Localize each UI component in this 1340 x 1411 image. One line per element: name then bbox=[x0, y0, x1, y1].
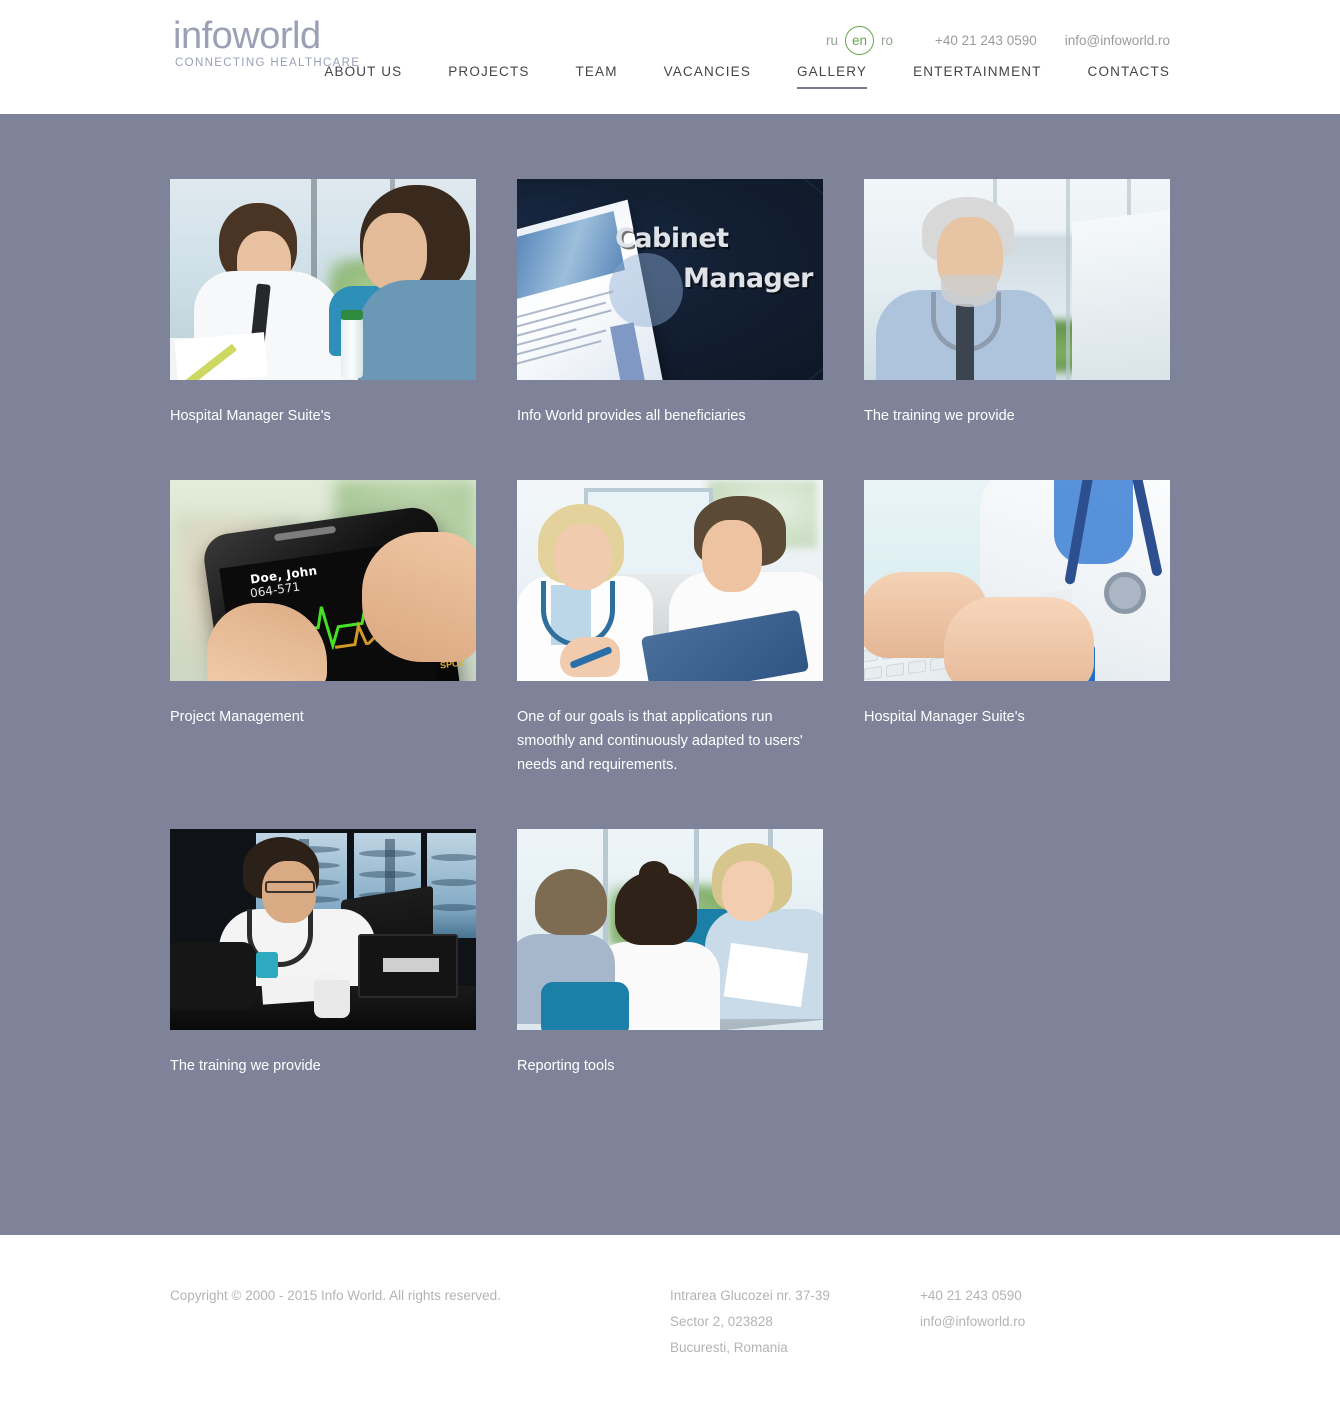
language-switcher[interactable]: ru en ro bbox=[826, 26, 893, 55]
gallery-caption: One of our goals is that applications ru… bbox=[517, 709, 803, 773]
footer-address-line-3: Bucuresti, Romania bbox=[670, 1340, 788, 1355]
nav-item-team[interactable]: TEAM bbox=[576, 64, 618, 89]
gallery-section: Hospital Manager Suite's Cabinet Manager… bbox=[0, 114, 1340, 1235]
gallery-item: Cabinet Manager Info World provides all … bbox=[517, 179, 823, 428]
gallery-caption: The training we provide bbox=[864, 408, 1015, 424]
gallery-item: Doe, John 064-571 SPO2 Project Managemen… bbox=[170, 480, 476, 777]
slide-title: Cabinet Manager bbox=[615, 219, 815, 299]
footer-address-line-1: Intrarea Glucozei nr. 37-39 bbox=[670, 1288, 830, 1303]
gallery-item: Hospital Manager Suite's bbox=[170, 179, 476, 428]
gallery-item: Hospital Manager Suite's bbox=[864, 480, 1170, 777]
gallery-item: One of our goals is that applications ru… bbox=[517, 480, 823, 777]
gallery-caption: Reporting tools bbox=[517, 1058, 615, 1074]
main-navigation: ABOUT US PROJECTS TEAM VACANCIES GALLERY… bbox=[324, 64, 1170, 89]
footer-contact-column: +40 21 243 0590 info@infoworld.ro bbox=[920, 1283, 1170, 1361]
footer-copyright-column: Copyright © 2000 - 2015 Info World. All … bbox=[170, 1283, 670, 1361]
footer-phone[interactable]: +40 21 243 0590 bbox=[920, 1283, 1170, 1309]
gallery-thumbnail-mobile-ecg[interactable]: Doe, John 064-571 SPO2 bbox=[170, 480, 476, 681]
nav-item-projects[interactable]: PROJECTS bbox=[448, 64, 529, 89]
gallery-thumbnail-two-doctors-talking[interactable] bbox=[517, 480, 823, 681]
gallery-item: Reporting tools bbox=[517, 829, 823, 1078]
footer-email[interactable]: info@infoworld.ro bbox=[920, 1309, 1170, 1335]
site-header: infoworld CONNECTING HEALTHCARE ru en ro… bbox=[0, 0, 1340, 114]
gallery-thumbnail-cabinet-manager-slide[interactable]: Cabinet Manager bbox=[517, 179, 823, 380]
footer-address-line-2: Sector 2, 023828 bbox=[670, 1314, 773, 1329]
slide-title-line-1: Cabinet bbox=[615, 223, 729, 254]
gallery-caption: The training we provide bbox=[170, 1058, 321, 1074]
gallery-caption: Project Management bbox=[170, 709, 304, 725]
nav-item-entertainment[interactable]: ENTERTAINMENT bbox=[913, 64, 1041, 89]
site-footer: Copyright © 2000 - 2015 Info World. All … bbox=[0, 1235, 1340, 1411]
language-option-en[interactable]: en bbox=[844, 26, 874, 55]
footer-copyright: Copyright © 2000 - 2015 Info World. All … bbox=[170, 1288, 501, 1303]
gallery-grid: Hospital Manager Suite's Cabinet Manager… bbox=[170, 179, 1170, 1130]
gallery-caption: Info World provides all beneficiaries bbox=[517, 408, 746, 424]
nav-item-about-us[interactable]: ABOUT US bbox=[324, 64, 402, 89]
slide-title-line-2: Manager bbox=[683, 263, 813, 294]
gallery-thumbnail-team-meeting[interactable] bbox=[517, 829, 823, 1030]
site-logo[interactable]: infoworld CONNECTING HEALTHCARE bbox=[173, 17, 360, 70]
header-email[interactable]: info@infoworld.ro bbox=[1065, 33, 1170, 48]
nav-item-vacancies[interactable]: VACANCIES bbox=[664, 64, 751, 89]
gallery-thumbnail-businessmen-meeting[interactable] bbox=[170, 179, 476, 380]
nav-item-contacts[interactable]: CONTACTS bbox=[1088, 64, 1170, 89]
footer-address-column: Intrarea Glucozei nr. 37-39 Sector 2, 02… bbox=[670, 1283, 920, 1361]
gallery-thumbnail-senior-doctor-monitor[interactable] bbox=[864, 179, 1170, 380]
gallery-caption: Hospital Manager Suite's bbox=[170, 408, 331, 424]
header-utility-bar: ru en ro +40 21 243 0590 info@infoworld.… bbox=[826, 26, 1170, 55]
gallery-item: The training we provide bbox=[170, 829, 476, 1078]
header-phone[interactable]: +40 21 243 0590 bbox=[935, 33, 1037, 48]
language-option-ro[interactable]: ro bbox=[881, 33, 893, 48]
nav-item-gallery[interactable]: GALLERY bbox=[796, 64, 868, 89]
language-option-ru[interactable]: ru bbox=[826, 33, 838, 48]
gallery-thumbnail-doctor-keyboard[interactable] bbox=[864, 480, 1170, 681]
gallery-caption: Hospital Manager Suite's bbox=[864, 709, 1025, 725]
gallery-item: The training we provide bbox=[864, 179, 1170, 428]
logo-wordmark: infoworld bbox=[173, 15, 321, 57]
gallery-thumbnail-doctor-xray-desk[interactable] bbox=[170, 829, 476, 1030]
